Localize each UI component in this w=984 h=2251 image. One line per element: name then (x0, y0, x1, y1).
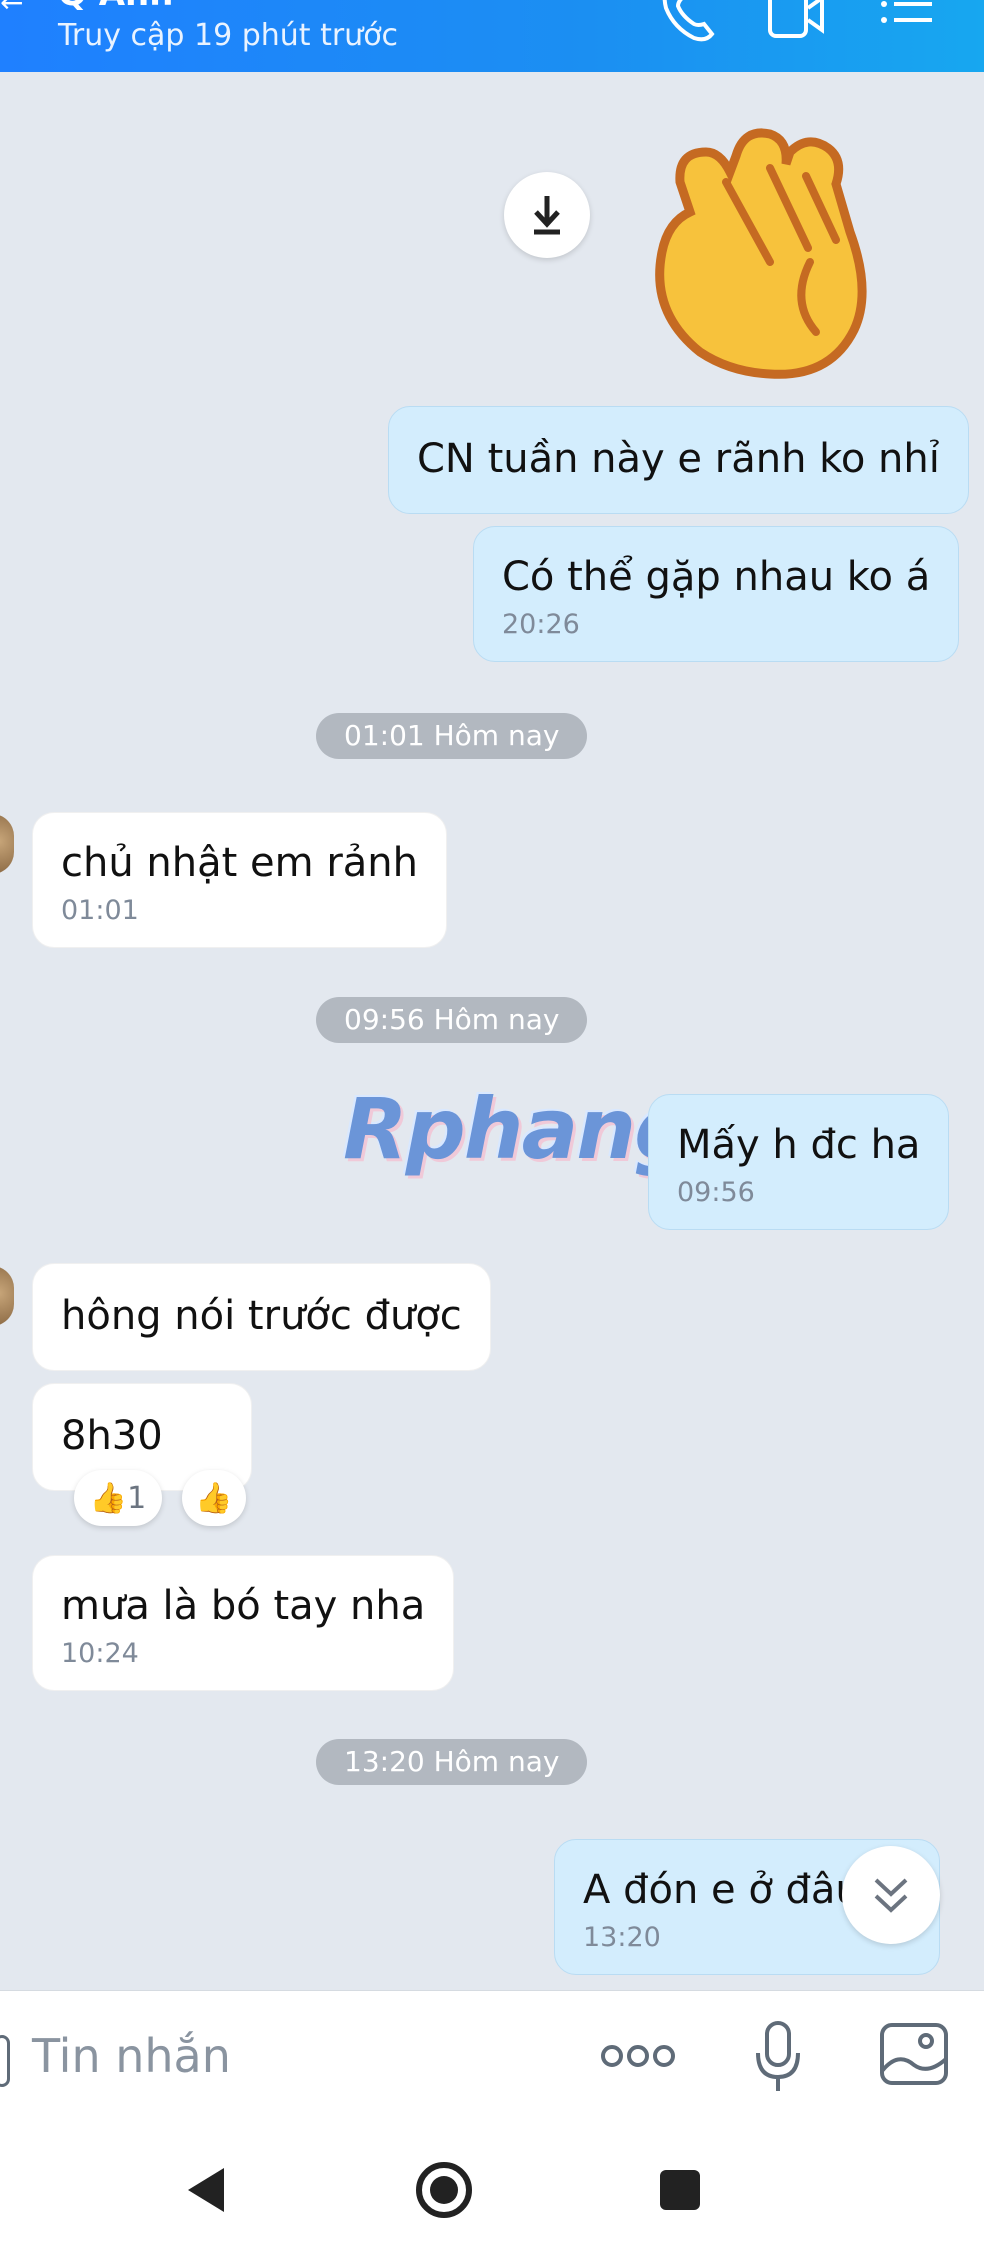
message-time: 09:56 (677, 1177, 755, 1208)
menu-list-icon[interactable] (876, 0, 940, 46)
received-message[interactable]: hông nói trước được (32, 1263, 491, 1371)
reaction-summary[interactable]: 👍 1 (74, 1470, 162, 1526)
chat-header: ← Q Anh Truy cập 19 phút trước (0, 0, 984, 72)
received-message[interactable]: chủ nhật em rảnh 01:01 (32, 812, 447, 948)
received-message[interactable]: mưa là bó tay nha 10:24 (32, 1555, 455, 1691)
reaction-count: 1 (127, 1480, 147, 1516)
message-text: Mấy h đc ha (677, 1122, 921, 1168)
system-navigation-bar (0, 2124, 984, 2251)
sent-message[interactable]: CN tuần này e rãnh ko nhỉ (388, 406, 969, 514)
date-separator: 09:56 Hôm nay (316, 997, 588, 1043)
message-time: 01:01 (61, 895, 139, 926)
back-arrow-icon[interactable]: ← (0, 0, 24, 19)
watermark-logo: Rphang (343, 1080, 694, 1178)
message-text: Có thể gặp nhau ko á (502, 554, 931, 600)
react-button[interactable]: 👍 (182, 1470, 246, 1526)
avatar[interactable] (0, 1266, 14, 1326)
message-input[interactable]: Tin nhắn (32, 2029, 231, 2083)
chat-area[interactable]: CN tuần này e rãnh ko nhỉ Có thể gặp nha… (0, 72, 984, 1990)
video-call-icon[interactable] (764, 0, 828, 46)
date-separator: 13:20 Hôm nay (316, 1739, 588, 1785)
message-time: 20:26 (502, 609, 580, 640)
emoji-icon[interactable] (0, 2035, 10, 2087)
thumbs-up-icon: 👍 (195, 1480, 233, 1516)
microphone-icon[interactable] (748, 2019, 808, 2095)
image-gallery-icon[interactable] (878, 2021, 950, 2087)
contact-name[interactable]: Q Anh (58, 0, 173, 14)
message-text: chủ nhật em rảnh (61, 840, 418, 886)
message-text: 8h30 (61, 1413, 163, 1459)
nav-home-icon[interactable] (414, 2160, 474, 2220)
message-time: 10:24 (61, 1638, 139, 1669)
more-options-icon[interactable] (598, 2031, 678, 2081)
phone-icon[interactable] (656, 0, 720, 46)
message-input-bar: Tin nhắn (0, 1990, 984, 2125)
date-separator: 01:01 Hôm nay (316, 713, 588, 759)
message-text: mưa là bó tay nha (61, 1583, 426, 1629)
download-button[interactable] (504, 172, 590, 258)
avatar[interactable] (0, 814, 14, 874)
double-chevron-down-icon (874, 1878, 908, 1913)
download-icon (534, 196, 560, 235)
last-seen-status: Truy cập 19 phút trước (58, 18, 399, 53)
message-text: hông nói trước được (61, 1293, 462, 1339)
message-text: CN tuần này e rãnh ko nhỉ (417, 436, 940, 482)
sent-message[interactable]: Mấy h đc ha 09:56 (648, 1094, 950, 1230)
waving-hand-sticker[interactable] (640, 112, 900, 382)
thumbs-up-icon: 👍 (89, 1480, 128, 1516)
scroll-to-bottom-button[interactable] (842, 1846, 940, 1944)
nav-back-icon[interactable] (182, 2164, 230, 2216)
sent-message[interactable]: Có thể gặp nhau ko á 20:26 (473, 526, 960, 662)
nav-recents-icon[interactable] (658, 2168, 702, 2212)
